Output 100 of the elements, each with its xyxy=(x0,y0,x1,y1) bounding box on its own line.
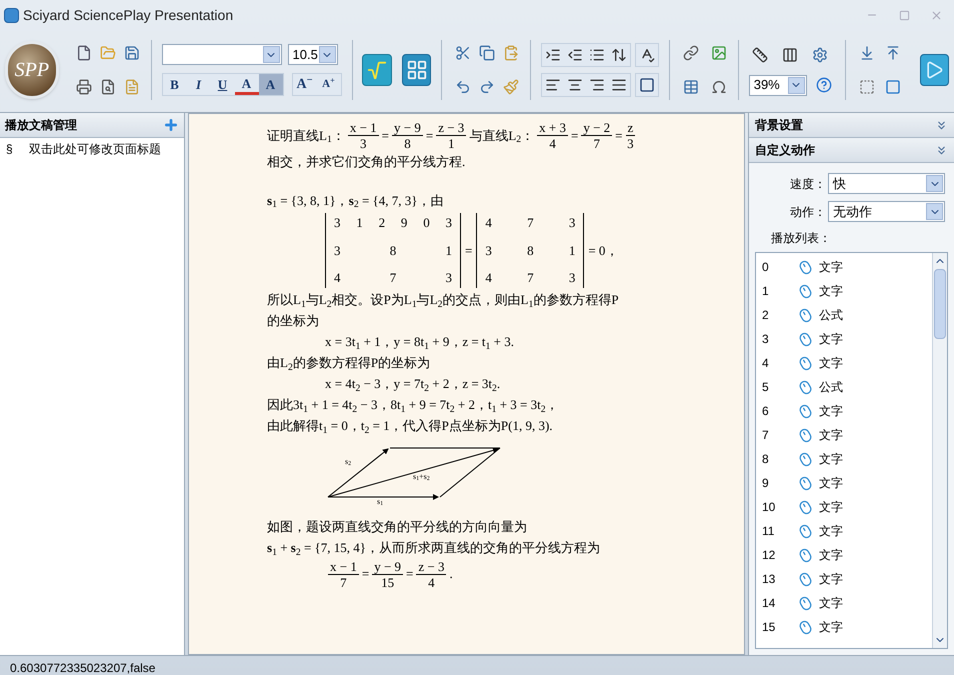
math-text: . xyxy=(449,565,453,584)
field-label: 速度： xyxy=(789,176,827,192)
matrix-entry: 7 xyxy=(527,269,534,287)
add-icon[interactable] xyxy=(163,117,179,133)
double-chevron-icon[interactable] xyxy=(935,118,948,132)
font-size-button[interactable]: A$^{+}$ xyxy=(316,74,340,95)
math-text: = xyxy=(426,126,434,145)
format-button[interactable]: I xyxy=(186,74,210,95)
list-title: 播放列表： xyxy=(770,230,832,247)
maximize-icon xyxy=(898,10,910,20)
scrollbar[interactable] xyxy=(932,253,947,648)
dropdown-field[interactable]: 无动作 xyxy=(828,201,945,222)
playlist-item[interactable]: 8 文字 xyxy=(756,447,932,471)
matrix-entry: 7 xyxy=(527,214,534,232)
matrix-entry: 3 xyxy=(334,242,340,260)
field-label: 动作： xyxy=(789,204,827,220)
playlist-item[interactable]: 3 文字 xyxy=(756,327,932,351)
math-text: 相交，并求它们交角的平分线方程. xyxy=(267,152,466,171)
playlist-item[interactable]: 10 文字 xyxy=(756,495,932,519)
playlist-item[interactable]: 6 文字 xyxy=(756,399,932,423)
matrix-entry: 4 xyxy=(334,269,340,287)
close-icon xyxy=(930,8,942,22)
status-text: 0.6030772335023207,false xyxy=(10,661,156,675)
playlist-item[interactable]: 4 文字 xyxy=(756,351,932,375)
vector-label: s$_{1}$ xyxy=(377,496,384,506)
playlist-item[interactable]: 1 文字 xyxy=(756,279,932,303)
denominator: 4 xyxy=(428,574,435,590)
math-text: 证明直线L$_{1}$： xyxy=(267,126,345,146)
font-size-button[interactable]: A$^{−}$ xyxy=(292,74,316,95)
double-chevron-icon[interactable] xyxy=(935,144,948,156)
math-text: 与直线L$_{2}$： xyxy=(469,126,534,146)
denominator: 7 xyxy=(594,136,600,151)
matrix-entry: 3 xyxy=(485,242,492,260)
playlist-item[interactable]: 0 文字 xyxy=(756,255,932,279)
layout-button[interactable] xyxy=(402,54,432,86)
denominator: 3 xyxy=(627,136,634,151)
font-family-select[interactable] xyxy=(162,44,282,65)
playlist-item[interactable]: 2 公式 xyxy=(756,303,932,327)
format-button[interactable]: U xyxy=(210,74,234,95)
matrix-entry: 3 xyxy=(568,214,576,232)
playlist-item[interactable]: 9 文字 xyxy=(756,471,932,495)
formula-button[interactable] xyxy=(362,54,392,86)
denominator: 8 xyxy=(404,136,411,151)
font-size-select[interactable]: 10.5 xyxy=(288,44,338,65)
matrix-entry: 0 xyxy=(423,214,430,232)
math-text: 的坐标为 xyxy=(267,312,319,330)
matrix-entry: 8 xyxy=(390,242,396,260)
denominator: 15 xyxy=(381,574,394,590)
section-header[interactable]: 背景设置 xyxy=(749,113,954,138)
format-button[interactable]: B xyxy=(162,74,186,95)
matrix-entry: 2 xyxy=(378,214,386,232)
playlist-item[interactable]: 14 文字 xyxy=(756,591,932,615)
matrix-entry: 4 xyxy=(485,269,492,287)
math-text: x = 4t$_{2}$ − 3，y = 7t$_{2}$ + 2，z = 3t$_{2}$. xyxy=(325,375,500,394)
math-text: = xyxy=(615,126,623,145)
matrix-entry: 9 xyxy=(400,214,408,232)
matrix-entry: 3 xyxy=(334,214,340,232)
panel-header: 播放文稿管理 xyxy=(0,113,184,138)
math-text: = xyxy=(362,565,370,584)
matrix-entry: 1 xyxy=(356,214,363,232)
playlist-item[interactable]: 7 文字 xyxy=(756,423,932,447)
numerator: y − 9 xyxy=(392,120,423,136)
denominator: 3 xyxy=(360,136,366,151)
vector-label: s$_{1}$+s$_{2}$ xyxy=(413,472,430,482)
matrix-entry: 8 xyxy=(527,242,534,260)
playlist-item[interactable]: 12 文字 xyxy=(756,543,932,567)
math-text: 由L$_{2}$的参数方程得P的坐标为 xyxy=(267,354,430,373)
matrix-entry: 3 xyxy=(446,269,452,287)
numerator: y − 2 xyxy=(581,120,612,136)
grid-icon xyxy=(406,59,428,81)
math-text: 如图，题设两直线交角的平分线的方向向量为 xyxy=(267,518,527,536)
page-title-item[interactable]: § 双击此处可修改页面标题 xyxy=(0,138,184,160)
math-text: s$_{1}$ = {3, 8, 1}，s$_{2}$ = {4, 7, 3}，由 xyxy=(267,192,444,210)
playlist-item[interactable]: 13 文字 xyxy=(756,567,932,591)
denominator: 4 xyxy=(549,136,556,151)
format-button[interactable]: A xyxy=(258,74,282,95)
math-text: 所以L$_{1}$与L$_{2}$相交。设P为L$_{1}$与L$_{2}$的交点，则由L$_{1}$的参数方程得P xyxy=(267,291,619,310)
playlist-item[interactable]: 15 文字 xyxy=(756,615,932,639)
numerator: y − 9 xyxy=(372,558,404,574)
playlist-item[interactable]: 11 文字 xyxy=(756,519,932,543)
numerator: z xyxy=(626,120,636,136)
matrix-entry: 3 xyxy=(445,214,452,232)
play-button[interactable] xyxy=(920,54,950,86)
math-text: 因此3t$_{1}$ + 1 = 4t$_{2}$ − 3，8t$_{1}$ + 9 = 7t$_{2}$ + 2，t$_{1}$ + 3 = 3t$_{2}$， xyxy=(267,396,559,415)
matrix-entry: 1 xyxy=(568,242,576,260)
dropdown-field[interactable]: 快 xyxy=(828,173,945,194)
playlist-item[interactable]: 5 公式 xyxy=(756,375,932,399)
scroll-thumb[interactable] xyxy=(934,269,946,339)
app-icon xyxy=(4,8,19,22)
section-header[interactable]: 自定义动作 xyxy=(749,138,954,163)
numerator: z − 3 xyxy=(436,120,466,136)
numerator: x − 1 xyxy=(348,120,379,136)
math-text: 由此解得t$_{1}$ = 0，t$_{2}$ = 1，代入得P点坐标为P(1, 9, 3). xyxy=(267,417,553,436)
math-text: = 0， xyxy=(588,242,618,260)
zoom-select[interactable]: 39% xyxy=(748,74,807,96)
math-text: = xyxy=(465,242,472,260)
matrix-entry: 7 xyxy=(390,269,396,287)
numerator: z − 3 xyxy=(416,558,446,574)
math-text: = xyxy=(382,126,390,145)
numerator: x + 3 xyxy=(537,120,568,136)
